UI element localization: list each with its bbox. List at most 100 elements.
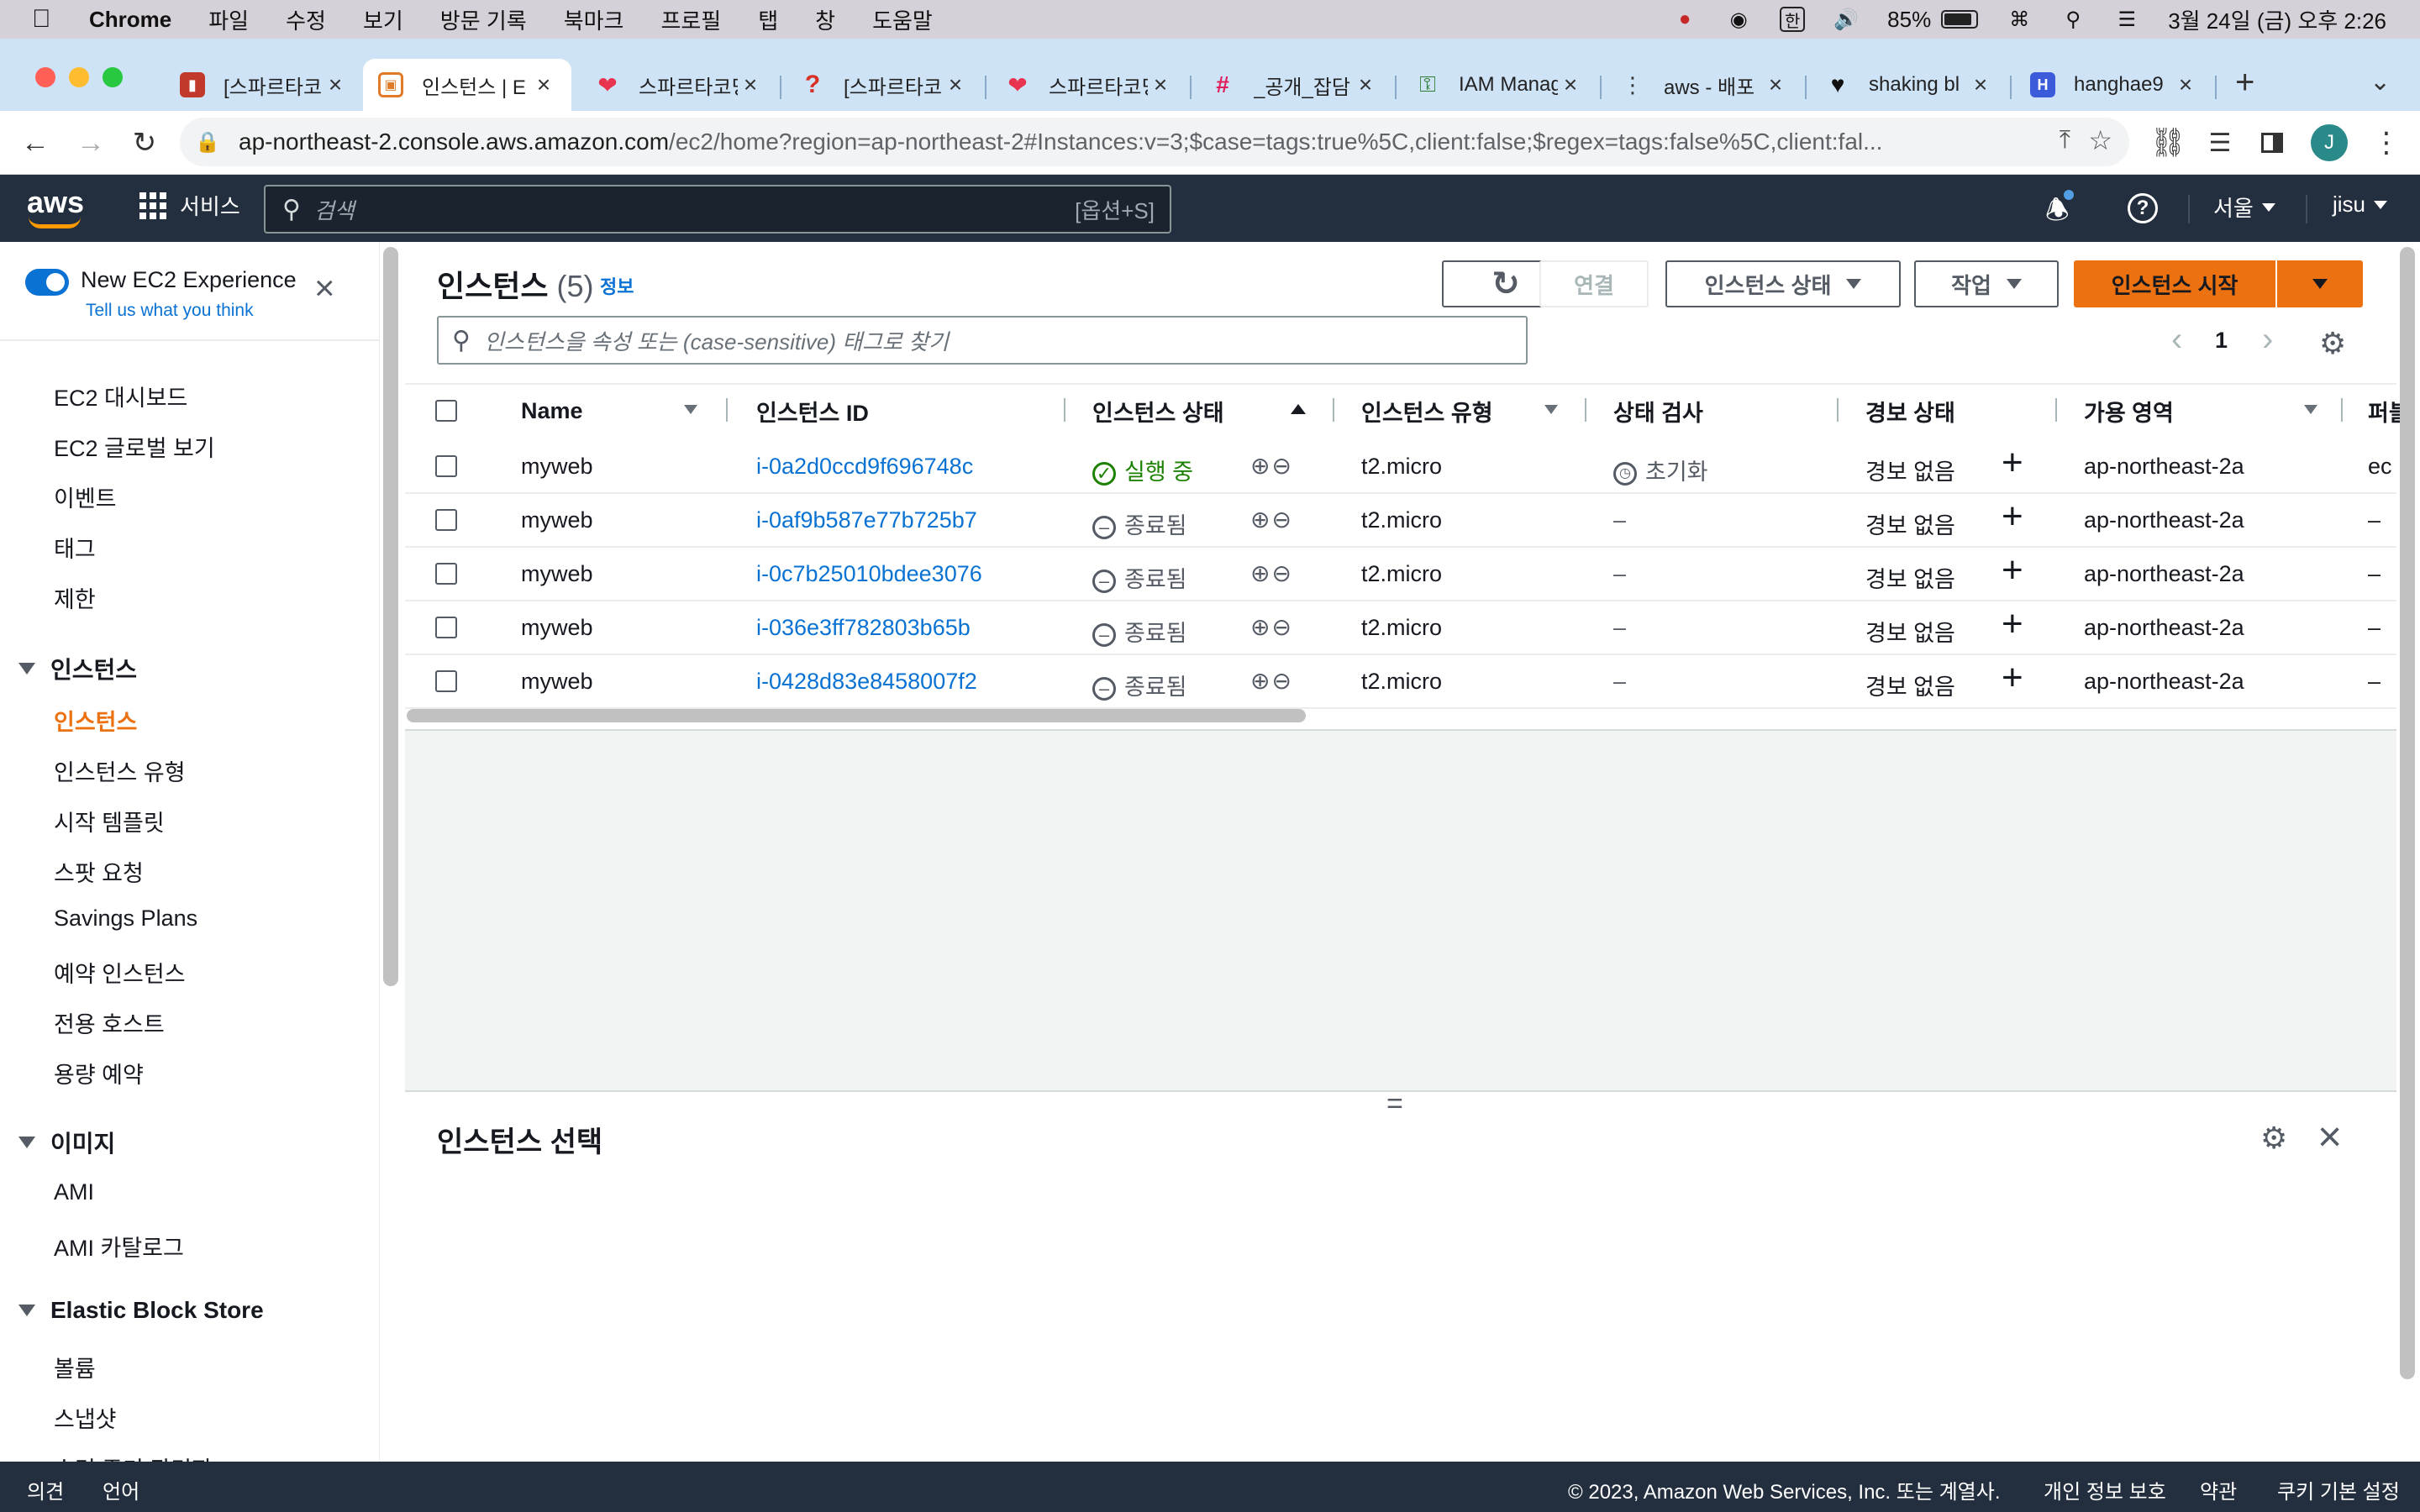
col-status-check[interactable]: 상태 검사 [1613,385,1703,437]
nav-ami[interactable]: AMI [54,1179,94,1205]
browser-tab[interactable]: ⚿ IAM Manag × [1400,59,1598,111]
previous-page-icon[interactable]: ‹ [2171,321,2182,359]
window-minimize-button[interactable] [69,67,89,87]
share-icon[interactable]: ⤒ [2060,126,2070,155]
instance-id-link[interactable]: i-0a2d0ccd9f696748c [756,454,973,480]
add-alarm-plus-icon[interactable]: + [2002,496,2023,538]
nav-tags[interactable]: 태그 [54,531,96,564]
sort-ascending-icon[interactable] [1291,403,1306,418]
zoom-in-out-icon[interactable]: ⊕⊖ [1250,452,1293,480]
zoom-in-out-icon[interactable]: ⊕⊖ [1250,667,1293,695]
nav-capacity-reservations[interactable]: 용량 예약 [54,1057,144,1089]
volume-icon[interactable]: 🔊 [1833,7,1859,32]
sort-icon[interactable] [2304,403,2317,418]
aws-logo[interactable]: aws [27,185,84,228]
close-sidebar-icon[interactable]: × [314,270,335,306]
menu-clock[interactable]: 3월 24일 (금) 오후 2:26 [2168,4,2386,35]
connect-button[interactable]: 연결 [1539,260,1649,307]
row-checkbox[interactable] [435,617,457,638]
resize-handle-icon[interactable]: = [1386,1089,1403,1118]
nav-spot-requests[interactable]: 스팟 요청 [54,855,144,888]
col-instance-type[interactable]: 인스턴스 유형 [1361,385,1493,437]
nav-volumes[interactable]: 볼륨 [54,1351,96,1383]
region-selector[interactable]: 서울 [2213,192,2275,223]
airplay-icon[interactable]: ◉ [1726,7,1751,32]
browser-tab[interactable]: ❤ 스파르타코딩 × [990,59,1188,111]
media-queue-icon[interactable]: ☰ [2203,126,2237,160]
add-alarm-plus-icon[interactable]: + [2002,603,2023,645]
address-bar[interactable]: 🔒 ap-northeast-2.console.aws.amazon.com/… [180,118,2129,166]
terms-link[interactable]: 약관 [2200,1475,2237,1504]
table-row[interactable]: myweb i-036e3ff782803b65b – 종료됨 ⊕⊖ t2.mic… [405,601,2396,655]
language-selector[interactable]: 언어 [103,1475,139,1504]
browser-tab[interactable]: ? [스파르타코 × [785,59,983,111]
col-instance-state[interactable]: 인스턴스 상태 [1092,385,1224,437]
nav-section-ebs[interactable]: Elastic Block Store [18,1297,264,1324]
row-checkbox[interactable] [435,455,457,477]
nav-ec2-global-view[interactable]: EC2 글로벌 보기 [54,430,215,463]
tab-search-chevron-icon[interactable]: ⌄ [2370,67,2391,97]
input-method[interactable]: 한 [1780,7,1806,32]
instance-id-link[interactable]: i-036e3ff782803b65b [756,615,971,641]
sidebar-scrollbar[interactable] [383,247,398,986]
zoom-in-out-icon[interactable]: ⊕⊖ [1250,506,1293,533]
close-tab-icon[interactable]: × [323,71,348,98]
table-row[interactable]: myweb i-0af9b587e77b725b7 – 종료됨 ⊕⊖ t2.mic… [405,494,2396,548]
bookmark-star-icon[interactable]: ☆ [2088,124,2112,156]
browser-tab[interactable]: ⋮ aws - 배포 × [1605,59,1803,111]
window-zoom-button[interactable] [103,67,123,87]
nav-events[interactable]: 이벤트 [54,480,117,513]
control-center-icon[interactable]: ☰ [2114,7,2139,32]
row-checkbox[interactable] [435,670,457,692]
nav-savings-plans[interactable]: Savings Plans [54,906,197,932]
side-panel-icon[interactable] [2255,126,2289,160]
new-experience-toggle[interactable] [25,269,69,296]
col-instance-id[interactable]: 인스턴스 ID [756,385,869,437]
nav-reserved-instances[interactable]: 예약 인스턴스 [54,956,186,989]
nav-instance-types[interactable]: 인스턴스 유형 [54,754,186,787]
table-row[interactable]: myweb i-0a2d0ccd9f696748c ✓ 실행 중 ⊕⊖ t2.mi… [405,440,2396,494]
profile-avatar[interactable]: J [2311,124,2348,161]
extensions-puzzle-icon[interactable]: ⛓ [2149,126,2186,160]
nav-launch-templates[interactable]: 시작 템플릿 [54,805,165,837]
menu-app-name[interactable]: Chrome [89,7,171,33]
col-availability-zone[interactable]: 가용 영역 [2084,385,2174,437]
menu-history[interactable]: 방문 기록 [440,4,527,35]
privacy-link[interactable]: 개인 정보 보호 [2044,1475,2166,1504]
browser-tab[interactable]: ♥ shaking bl × [1810,59,2008,111]
actions-button[interactable]: 작업 [1914,260,2059,307]
nav-limits[interactable]: 제한 [54,581,96,614]
nav-snapshots[interactable]: 스냅샷 [54,1401,117,1434]
table-horizontal-scrollbar[interactable] [407,709,1306,722]
forward-arrow-icon[interactable]: → [74,126,108,160]
table-row[interactable]: myweb i-0428d83e8458007f2 – 종료됨 ⊕⊖ t2.mic… [405,655,2396,709]
zoom-in-out-icon[interactable]: ⊕⊖ [1250,559,1293,587]
menu-view[interactable]: 보기 [363,4,403,35]
instance-filter-input[interactable]: ⚲ 인스턴스을 속성 또는 (case-sensitive) 태그로 찾기 [437,316,1528,365]
notifications-bell-icon[interactable]: 🕭 [2045,190,2074,237]
browser-tab-active[interactable]: ▣ 인스턴스 | E × [363,59,571,111]
zoom-in-out-icon[interactable]: ⊕⊖ [1250,613,1293,641]
instance-id-link[interactable]: i-0af9b587e77b725b7 [756,507,977,533]
more-menu-icon[interactable]: ⋮ [2370,126,2403,160]
nav-ec2-dashboard[interactable]: EC2 대시보드 [54,380,187,412]
instance-state-button[interactable]: 인스턴스 상태 [1665,260,1901,307]
browser-tab[interactable]: # _공개_잡담 × [1195,59,1393,111]
launch-instances-button[interactable]: 인스턴스 시작 [2074,260,2275,307]
battery-icon[interactable] [1941,10,1979,29]
close-tab-icon[interactable]: × [1558,71,1583,98]
nav-instances[interactable]: 인스턴스 [54,704,137,737]
panel-settings-gear-icon[interactable]: ⚙ [2260,1121,2287,1156]
info-link[interactable]: 정보 [600,272,634,299]
row-checkbox[interactable] [435,563,457,585]
close-tab-icon[interactable]: × [1353,71,1378,98]
row-checkbox[interactable] [435,509,457,531]
nav-ami-catalog[interactable]: AMI 카탈로그 [54,1230,184,1263]
window-close-button[interactable] [35,67,55,87]
table-row[interactable]: myweb i-0c7b25010bdee3076 – 종료됨 ⊕⊖ t2.mic… [405,548,2396,601]
back-arrow-icon[interactable]: ← [18,126,52,160]
table-settings-gear-icon[interactable]: ⚙ [2319,326,2346,361]
browser-tab[interactable]: ❤ 스파르타코딩 × [580,59,778,111]
page-number[interactable]: 1 [2215,328,2228,354]
instance-id-link[interactable]: i-0428d83e8458007f2 [756,669,977,695]
